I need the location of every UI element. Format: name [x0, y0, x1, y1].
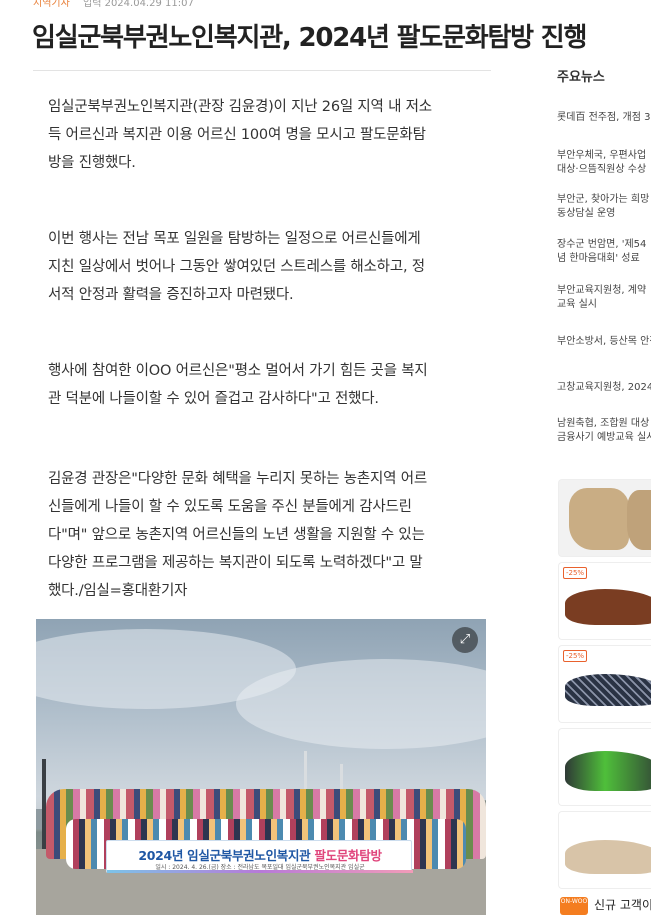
paragraph-line: 이번 행사는 전남 목포 일원을 탐방하는 일정으로 어르신들에게 [48, 231, 421, 247]
article-paragraph: 이번 행사는 전남 목포 일원을 탐방하는 일정으로 어르신들에게 지친 일상에… [48, 225, 478, 309]
shoe-image [565, 751, 651, 791]
news-item[interactable]: 부안우체국, 우편사업 대상·으뜸직원상 수상 [557, 149, 651, 177]
article-paragraph: 행사에 참여한 이OO 어르신은"평소 멀어서 가기 힘든 곳을 복지 관 덕분… [48, 357, 478, 413]
shoe-product-2[interactable]: -25% [558, 562, 651, 640]
shoe-image [565, 840, 651, 874]
news-item[interactable]: 고창교육지원청, 2024 [557, 381, 651, 395]
article-page: 지역기자 입력 2024.04.29 11:07 임실군북부권노인복지관, 20… [0, 0, 651, 915]
news-item-line: 부안소방서, 등산목 안전 [557, 336, 651, 347]
shoe-product-5[interactable] [558, 811, 651, 889]
banner-stripe [107, 870, 413, 873]
news-item-line: 남원축협, 조합원 대상 [557, 418, 650, 429]
news-item-line: 념 한마음대회' 성료 [557, 253, 640, 264]
promo-text[interactable]: 신규 고객이 [594, 896, 651, 913]
article-title: 임실군북부권노인복지관, 2024년 팔도문화탐방 진행 [32, 23, 587, 53]
news-item-line: 부안교육지원청, 계약 [557, 285, 647, 296]
brand-logo[interactable]: ON-WOO [560, 897, 588, 915]
paragraph-line: 방을 진행했다. [48, 155, 136, 171]
news-item[interactable]: 부안군, 찾아가는 희망 동상담실 운영 [557, 193, 651, 221]
shoe-product-3[interactable]: -25% [558, 645, 651, 723]
article-paragraph: 임실군북부권노인복지관(관장 김윤경)이 지난 26일 지역 내 저소 득 어르… [48, 93, 478, 177]
paragraph-line: 득 어르신과 복지관 이용 어르신 100여 명을 모시고 팔도문화탐 [48, 127, 426, 143]
news-item-line: 장수군 번암면, '제54 [557, 239, 647, 250]
news-item[interactable]: 남원축협, 조합원 대상 금융사기 예방교육 실시 [557, 417, 651, 445]
news-item-line: 고창교육지원청, 2024 [557, 382, 651, 393]
shoe-product-4[interactable] [558, 728, 651, 806]
boot-image [569, 488, 629, 550]
paragraph-line: 다"며" 앞으로 농촌지역 어르신들의 노년 생활을 지원할 수 있는 [48, 527, 425, 543]
news-item-line: 대상·으뜸직원상 수상 [557, 164, 647, 175]
news-item-line: 금융사기 예방교육 실시 [557, 432, 651, 443]
news-item[interactable]: 롯데百 전주점, 개점 30주년 [557, 111, 651, 125]
paragraph-line: 서적 안정과 활력을 증진하고자 마련됐다. [48, 287, 294, 303]
paragraph-line: 행사에 참여한 이OO 어르신은"평소 멀어서 가기 힘든 곳을 복지 [48, 363, 428, 379]
news-item[interactable]: 부안소방서, 등산목 안전 [557, 335, 651, 349]
shoe-image [565, 589, 651, 625]
category-label[interactable]: 지역기자 [33, 0, 70, 9]
discount-badge: -25% [563, 567, 588, 579]
paragraph-line: 임실군북부권노인복지관(관장 김윤경)이 지난 26일 지역 내 저소 [48, 99, 432, 115]
article-meta: 지역기자 입력 2024.04.29 11:07 [33, 0, 194, 9]
news-item[interactable]: 부안교육지원청, 계약 교육 실시 [557, 284, 651, 312]
discount-badge: -25% [563, 650, 588, 662]
paragraph-line: 관 덕분에 나들이할 수 있어 즐겁고 감사하다"고 전했다. [48, 391, 379, 407]
paragraph-line: 김윤경 관장은"다양한 문화 혜택을 누리지 못하는 농촌지역 어르 [48, 471, 427, 487]
news-item-line: 동상담실 운영 [557, 208, 616, 219]
article-photo[interactable]: 2024년 임실군북부권노인복지관 팔도문화탐방 일시 : 2024. 4. 2… [36, 619, 486, 915]
news-item-line: 부안우체국, 우편사업 [557, 150, 647, 161]
photo-banner: 2024년 임실군북부권노인복지관 팔도문화탐방 일시 : 2024. 4. 2… [106, 840, 413, 873]
title-divider [33, 70, 491, 71]
boot-image [627, 490, 651, 550]
news-item-line: 교육 실시 [557, 299, 597, 310]
article-paragraph: 김윤경 관장은"다양한 문화 혜택을 누리지 못하는 농촌지역 어르 신들에게 … [48, 465, 478, 605]
publish-date: 입력 2024.04.29 11:07 [83, 0, 194, 9]
expand-icon[interactable]: ⤢ [452, 627, 478, 653]
shoe-product-1[interactable] [558, 479, 651, 557]
paragraph-line: 했다./임실=홍대환기자 [48, 583, 188, 599]
shoe-image [565, 674, 651, 706]
news-item-line: 롯데百 전주점, 개점 30주년 [557, 112, 651, 123]
paragraph-line: 지친 일상에서 벗어나 그동안 쌓여있던 스트레스를 해소하고, 정 [48, 259, 425, 275]
paragraph-line: 신들에게 나들이 할 수 있도록 도움을 주신 분들에게 감사드린 [48, 499, 412, 515]
sidebar-title: 주요뉴스 [557, 70, 605, 85]
news-item[interactable]: 장수군 번암면, '제54 념 한마음대회' 성료 [557, 238, 651, 266]
paragraph-line: 다양한 프로그램을 제공하는 복지관이 되도록 노력하겠다"고 말 [48, 555, 423, 571]
news-item-line: 부안군, 찾아가는 희망 [557, 194, 650, 205]
